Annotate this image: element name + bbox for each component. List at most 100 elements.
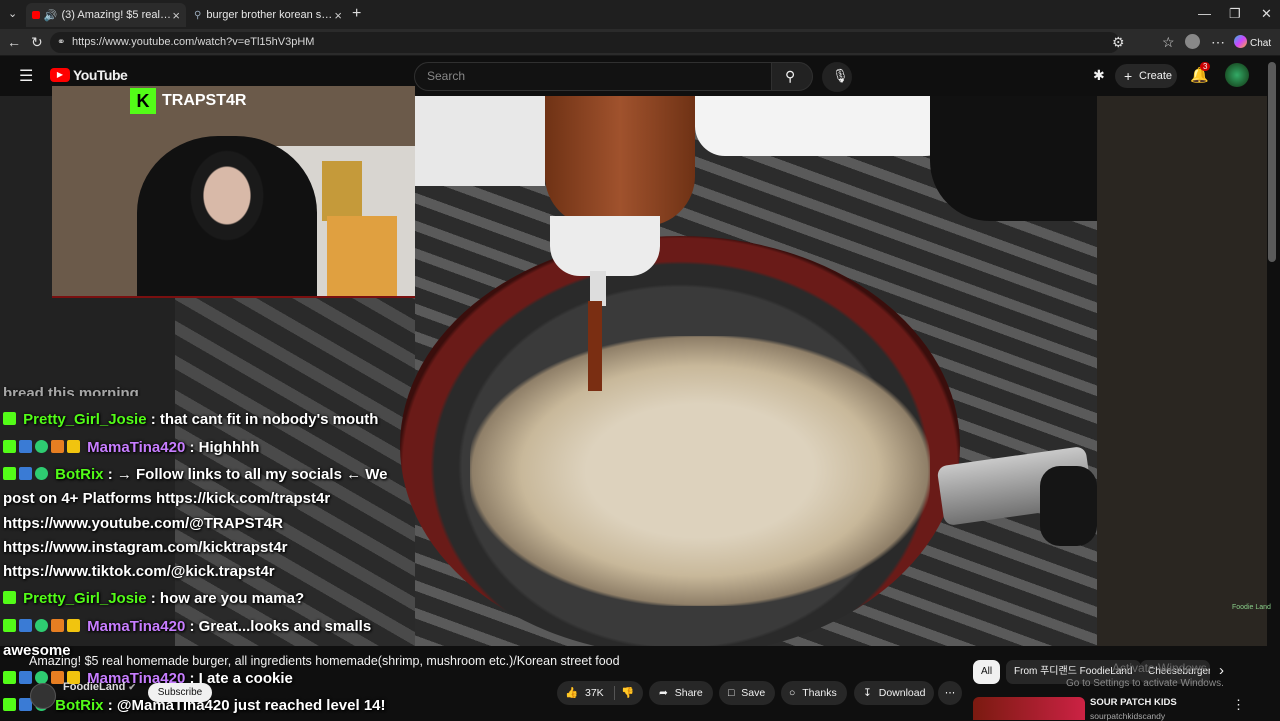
wall-tile bbox=[415, 96, 545, 186]
download-icon: ↧ bbox=[863, 687, 872, 699]
plus-icon: + bbox=[1124, 68, 1133, 84]
chat-message: https://www.youtube.com/@TRAPST4R bbox=[3, 515, 283, 532]
chat-line: Pretty_Girl_Josie : that cant fit in nob… bbox=[3, 408, 403, 432]
search-favicon-icon: ⚲ bbox=[194, 9, 202, 21]
video-title: Amazing! $5 real homemade burger, all in… bbox=[29, 654, 620, 668]
chat-username: MamaTina420 bbox=[87, 439, 186, 456]
favorites-icon[interactable]: ☆ bbox=[1162, 34, 1175, 51]
share-icon: ➦ bbox=[659, 687, 668, 699]
sauce-drip bbox=[588, 301, 602, 391]
tab-label: (3) Amazing! $5 real homemade bbox=[61, 9, 173, 21]
site-info-icon[interactable]: ⚭ bbox=[57, 32, 65, 53]
menu-icon[interactable]: ☰ bbox=[19, 66, 33, 86]
chat-line: https://www.youtube.com/@TRAPST4R bbox=[3, 512, 403, 536]
reload-icon[interactable]: ↻ bbox=[31, 34, 43, 51]
voice-search-button[interactable]: 🎙 bbox=[822, 62, 852, 92]
download-button[interactable]: ↧ Download bbox=[854, 681, 934, 705]
chat-line: MamaTina420 : Highhhh bbox=[3, 436, 403, 460]
tab-youtube-video[interactable]: 🔊 (3) Amazing! $5 real homemade × bbox=[26, 3, 186, 27]
thumbs-down-icon: 👎 bbox=[621, 687, 635, 699]
search-button[interactable]: ⚲ bbox=[771, 62, 813, 91]
sauce-bottle bbox=[545, 96, 695, 226]
cast-settings-icon[interactable]: ✱ bbox=[1093, 67, 1105, 84]
share-button[interactable]: ➦ Share bbox=[649, 681, 713, 705]
super-thanks-icon: ○ bbox=[789, 687, 796, 699]
kick-badge-icon bbox=[3, 440, 16, 453]
recommendation-title[interactable]: SOUR PATCH KIDS bbox=[1090, 697, 1177, 708]
recommendation-menu-icon[interactable]: ⋮ bbox=[1232, 697, 1245, 713]
bookmark-icon: □ bbox=[728, 687, 735, 699]
search-input[interactable]: Search bbox=[414, 62, 772, 91]
gloved-hand bbox=[695, 96, 955, 156]
arm bbox=[930, 96, 1097, 221]
recommendation-thumbnail[interactable] bbox=[973, 697, 1085, 720]
chevron-right-icon[interactable]: › bbox=[1219, 662, 1224, 679]
chat-line: BotRix : → Follow links to all my social… bbox=[3, 463, 403, 487]
wall-poster bbox=[322, 161, 362, 221]
new-tab-button[interactable]: + bbox=[352, 5, 361, 23]
restore-icon[interactable]: ❐ bbox=[1229, 6, 1241, 22]
like-dislike-group: 👍 37K 👎 bbox=[557, 681, 643, 705]
save-button[interactable]: □ Save bbox=[719, 681, 775, 705]
profile-avatar[interactable] bbox=[1185, 34, 1200, 49]
kick-badge-icon bbox=[3, 412, 16, 425]
microphone-icon: 🎙 bbox=[832, 68, 849, 83]
create-button[interactable]: + Create bbox=[1115, 64, 1177, 88]
youtube-logo[interactable]: ▶ YouTube bbox=[50, 67, 128, 83]
crown-badge-icon bbox=[67, 440, 80, 453]
back-icon[interactable]: ← bbox=[7, 34, 21, 50]
chat-message: : that cant fit in nobody's mouth bbox=[150, 411, 379, 428]
chat-username: BotRix bbox=[55, 466, 104, 483]
tab-actions-chevron-icon[interactable]: ⌄ bbox=[8, 7, 17, 20]
windows-activation-watermark: Go to Settings to activate Windows. bbox=[1066, 678, 1224, 689]
channel-avatar[interactable] bbox=[30, 683, 56, 709]
close-window-icon[interactable]: ✕ bbox=[1261, 6, 1272, 22]
close-tab-icon[interactable]: × bbox=[172, 8, 180, 23]
chat-line: Pretty_Girl_Josie : how are you mama? bbox=[3, 587, 403, 611]
mushrooms bbox=[470, 336, 930, 606]
close-tab-icon[interactable]: × bbox=[334, 8, 342, 23]
tab-search[interactable]: ⚲ burger brother korean street food × bbox=[188, 3, 348, 27]
chat-message: https://www.tiktok.com/@kick.trapst4r bbox=[3, 563, 275, 580]
speaker-icon[interactable]: 🔊 bbox=[44, 9, 58, 22]
extensions-icon[interactable]: ⚙ bbox=[1112, 34, 1125, 51]
account-avatar[interactable] bbox=[1225, 63, 1249, 87]
chat-message: : @MamaTina420 just reached level 14! bbox=[107, 697, 386, 714]
chat-line: https://www.instagram.com/kicktrapst4r bbox=[3, 536, 403, 560]
verified-check-icon: ✔ bbox=[128, 682, 136, 692]
moderator-badge-icon bbox=[19, 619, 32, 632]
channel-name[interactable]: FoodieLand ✔ bbox=[63, 681, 136, 693]
chat-line: https://www.tiktok.com/@kick.trapst4r bbox=[3, 560, 403, 584]
dislike-button[interactable]: 👎 bbox=[621, 681, 634, 705]
kick-badge-icon bbox=[3, 619, 16, 632]
browser-tab-bar: ⌄ 🔊 (3) Amazing! $5 real homemade × ⚲ bu… bbox=[0, 0, 1280, 29]
verified-badge-icon bbox=[35, 619, 48, 632]
chat-message: : Great...looks and smalls bbox=[189, 618, 372, 635]
url-field[interactable]: ⚭ https://www.youtube.com/watch?v=eTl15h… bbox=[50, 32, 1120, 53]
more-menu-icon[interactable]: ⋯ bbox=[1211, 34, 1225, 51]
subscribe-button[interactable]: Subscribe bbox=[148, 683, 212, 702]
kick-channel-badge: K TRAPST4R bbox=[130, 88, 246, 114]
verified-badge-icon bbox=[35, 440, 48, 453]
chat-line: MamaTina420 : Great...looks and smalls bbox=[3, 615, 403, 639]
video-watermark: Foodie Land bbox=[1232, 604, 1271, 611]
kick-badge-icon bbox=[3, 467, 16, 480]
chat-message: post on 4+ Platforms https://kick.com/tr… bbox=[3, 490, 331, 507]
moderator-badge-icon bbox=[19, 440, 32, 453]
wall-poster bbox=[327, 216, 397, 296]
minimize-icon[interactable]: — bbox=[1198, 6, 1211, 21]
emote-icon bbox=[51, 440, 64, 453]
copilot-chat-button[interactable]: Chat bbox=[1234, 35, 1271, 49]
thanks-button[interactable]: ○ Thanks bbox=[781, 681, 847, 705]
chat-message: : Highhhh bbox=[189, 439, 260, 456]
chat-username: Pretty_Girl_Josie bbox=[23, 411, 147, 428]
kick-badge-icon bbox=[3, 698, 16, 711]
kick-logo-icon: K bbox=[130, 88, 156, 114]
like-button[interactable]: 👍 37K bbox=[565, 681, 604, 705]
chat-message: https://www.instagram.com/kicktrapst4r bbox=[3, 539, 288, 556]
search-icon: ⚲ bbox=[785, 68, 796, 84]
bottle-cap bbox=[550, 216, 660, 276]
more-actions-button[interactable]: ⋯ bbox=[938, 681, 962, 705]
chip-all[interactable]: All bbox=[973, 660, 1001, 684]
kick-channel-name: TRAPST4R bbox=[162, 92, 247, 109]
